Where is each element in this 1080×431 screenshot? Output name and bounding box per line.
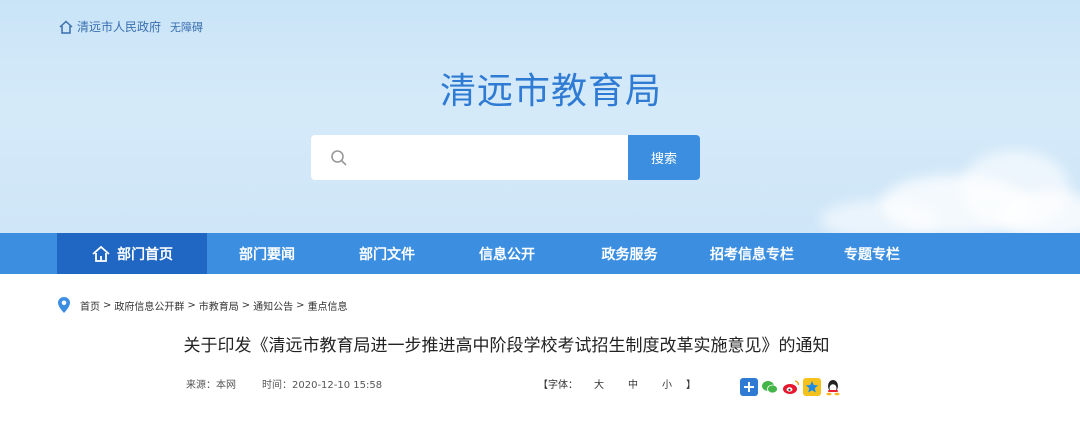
nav-item-news[interactable]: 部门要闻 [207,233,327,274]
breadcrumb-separator: > [103,299,112,311]
nav-item-home[interactable]: 部门首页 [57,233,207,274]
search-input[interactable] [358,135,628,180]
site-title: 清远市教育局 [439,71,662,112]
font-size-close-bracket: 】 [686,380,696,391]
font-size-medium-button[interactable]: 中 [628,376,638,391]
header-banner: 清远市人民政府 无障碍 清远市教育局 搜索 [0,0,1080,233]
nav-item-gov-services[interactable]: 政务服务 [567,233,692,274]
gov-portal-link[interactable]: 清远市人民政府 [77,18,161,35]
nav-item-label: 部门文件 [359,246,415,263]
location-pin-icon [58,297,70,313]
top-links: 清远市人民政府 无障碍 [58,18,203,35]
breadcrumb: 首页 > 政府信息公开群 > 市教育局 > 通知公告 > 重点信息 [57,296,348,314]
nav-item-label: 部门要闻 [239,246,295,263]
nav-item-label: 招考信息专栏 [710,246,794,263]
font-size-large-button[interactable]: 大 [594,376,604,391]
breadcrumb-gov-info[interactable]: 政府信息公开群 [114,298,184,313]
article-source: 来源：本网 [186,380,236,391]
nav-item-label: 专题专栏 [844,246,900,263]
plus-share-icon[interactable] [740,378,758,396]
breadcrumb-separator: > [187,299,196,311]
nav-item-special-topics[interactable]: 专题专栏 [812,233,932,274]
search-button[interactable]: 搜索 [628,135,700,180]
nav-item-label: 政务服务 [601,246,658,263]
weibo-icon[interactable] [782,378,800,396]
search-icon [331,149,347,166]
breadcrumb-notices[interactable]: 通知公告 [253,298,293,313]
breadcrumb-key-info[interactable]: 重点信息 [308,298,348,313]
nav-item-label: 部门首页 [117,246,173,263]
font-size-selector: 【字体： 大 中 小 】 [538,376,696,391]
home-icon [59,19,73,34]
font-size-small-button[interactable]: 小 [662,376,672,391]
breadcrumb-edu-bureau[interactable]: 市教育局 [199,298,239,313]
qq-icon[interactable] [824,378,842,396]
home-icon [92,245,110,262]
article-title: 关于印发《清远市教育局进一步推进高中阶段学校考试招生制度改革实施意见》的通知 [183,336,830,356]
wechat-icon[interactable] [761,378,779,396]
share-bar [740,378,845,396]
font-size-label: 【字体： [538,380,578,391]
qzone-icon[interactable] [803,378,821,396]
nav-item-recruitment[interactable]: 招考信息专栏 [692,233,812,274]
main-nav: 部门首页 部门要闻 部门文件 信息公开 政务服务 招考信息专栏 专题专栏 [0,233,1080,274]
breadcrumb-separator: > [241,299,251,311]
accessibility-link[interactable]: 无障碍 [170,19,203,35]
breadcrumb-home[interactable]: 首页 [80,298,100,313]
nav-item-public-info[interactable]: 信息公开 [447,233,567,274]
nav-item-label: 信息公开 [479,246,535,263]
article-time: 时间：2020-12-10 15:58 [262,380,383,391]
nav-item-documents[interactable]: 部门文件 [327,233,447,274]
search-box [311,135,628,180]
breadcrumb-separator: > [296,299,305,311]
